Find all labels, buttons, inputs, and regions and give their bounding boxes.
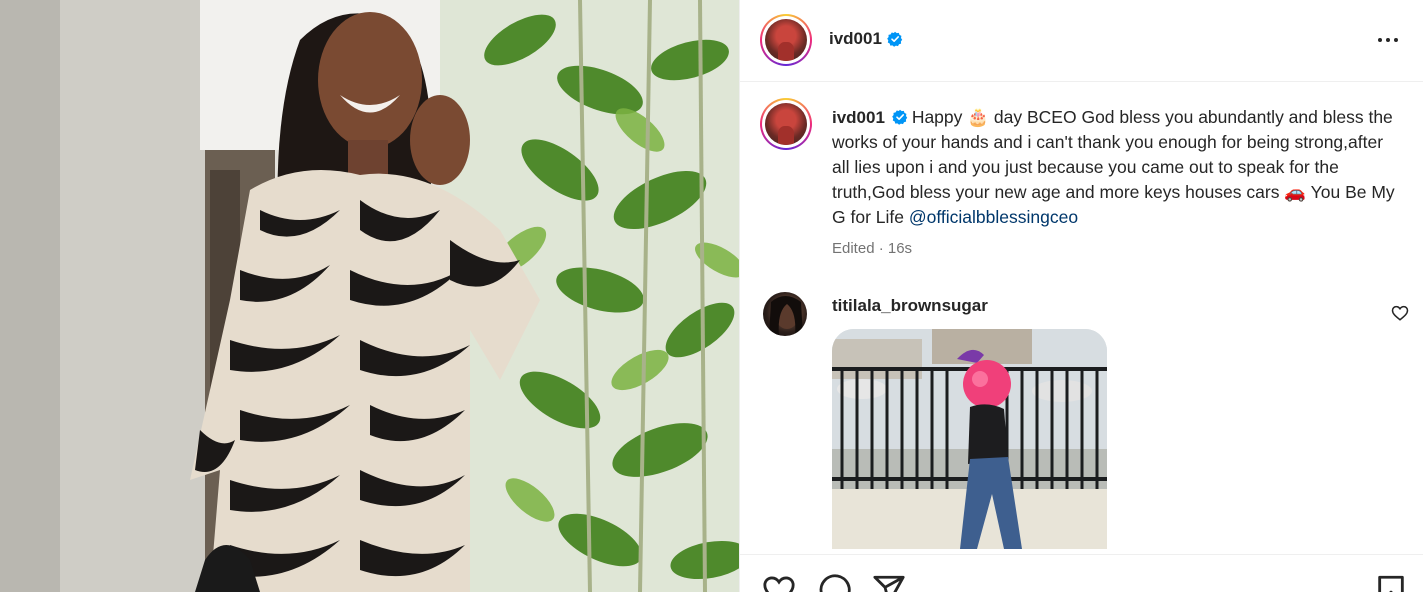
cake-emoji: 🎂 [967, 107, 990, 127]
author-avatar[interactable] [760, 14, 812, 66]
author-username[interactable]: ivd001 [829, 29, 882, 49]
caption-author-avatar[interactable] [760, 98, 812, 150]
post-header: ivd001 [740, 0, 1423, 82]
commenter-avatar[interactable] [763, 292, 807, 336]
post-action-bar [740, 554, 1423, 592]
verified-badge-icon [887, 31, 903, 47]
bookmark-icon[interactable] [1374, 573, 1408, 592]
paper-plane-icon[interactable] [872, 573, 906, 592]
commenter-avatar-image [769, 296, 803, 336]
heart-outline-icon[interactable] [762, 573, 796, 592]
more-options-icon[interactable] [1374, 28, 1402, 52]
comment-gif-media[interactable] [832, 329, 1107, 549]
post-photo[interactable] [0, 0, 739, 592]
heart-outline-icon[interactable] [1391, 304, 1409, 322]
post-image [0, 0, 739, 592]
caption-body-1: Happy [911, 107, 968, 127]
comment-bubble-icon[interactable] [818, 573, 852, 592]
verified-badge-icon [892, 109, 908, 125]
comment-gif-image [832, 329, 1107, 549]
caption-mention-link[interactable]: @officialbblessingceo [909, 207, 1078, 227]
commenter-username[interactable]: titilala_brownsugar [832, 296, 988, 316]
caption-username[interactable]: ivd001 [832, 108, 885, 127]
caption-text: ivd001 Happy 🎂 day BCEO God bless you ab… [832, 105, 1402, 230]
car-emoji: 🚗 [1284, 182, 1307, 202]
post-details-panel: ivd001 ivd001 Happy 🎂 day BCEO God bless… [739, 0, 1423, 592]
author-name-row: ivd001 [829, 29, 903, 49]
caption-timestamp: Edited · 16s [832, 240, 913, 257]
